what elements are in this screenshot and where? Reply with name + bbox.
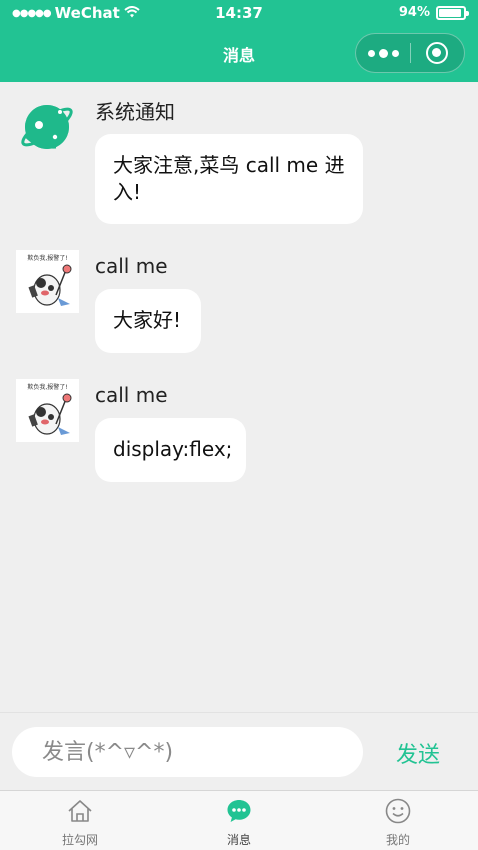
sender-name: 系统通知 [95, 100, 175, 124]
more-dots-icon [367, 49, 375, 57]
miniprogram-capsule [355, 33, 465, 73]
battery-percent: 94% [398, 5, 430, 20]
chat-list[interactable]: 系统通知 大家注意,菜鸟 call me 进入! 欺负我,报警了! call m… [0, 82, 478, 712]
message-bubble[interactable]: 大家注意,菜鸟 call me 进入! [95, 134, 363, 224]
status-right: 94% [398, 5, 469, 20]
avatar-caption: 欺负我,报警了! [27, 383, 67, 391]
tab-messages[interactable]: 消息 [159, 791, 319, 850]
avatar-caption: 欺负我,报警了! [27, 254, 67, 262]
target-circle-icon [426, 42, 449, 64]
tab-bar: 拉勾网 消息 我的 [0, 790, 478, 850]
panda-sticker-avatar[interactable]: 欺负我,报警了! [16, 250, 79, 313]
message-bubble[interactable]: 大家好! [95, 289, 201, 353]
tab-label: 拉勾网 [61, 833, 98, 847]
battery-icon [436, 5, 469, 20]
message-bubble[interactable]: display:flex; [95, 418, 246, 482]
tab-profile[interactable]: 我的 [318, 791, 478, 850]
status-bar: ●●●●● WeChat 14:37 94% [0, 0, 478, 28]
tab-home[interactable]: 拉勾网 [0, 791, 160, 850]
send-button[interactable]: 发送 [375, 737, 461, 769]
home-icon [66, 797, 94, 825]
chat-bubble-icon [225, 797, 253, 825]
tab-label: 我的 [385, 833, 410, 847]
composer-bar: 发送 [0, 712, 478, 790]
more-options-button[interactable] [356, 34, 410, 72]
smiley-icon [384, 797, 412, 825]
planet-icon[interactable] [16, 94, 79, 157]
panda-sticker-avatar[interactable]: 欺负我,报警了! [16, 379, 79, 442]
sender-name: call me [95, 254, 168, 278]
sender-name: call me [95, 383, 168, 407]
close-miniprogram-button[interactable] [411, 34, 464, 72]
tab-label: 消息 [226, 833, 251, 847]
app-header: ●●●●● WeChat 14:37 94% 消息 [0, 0, 478, 82]
message-input[interactable] [12, 727, 363, 777]
